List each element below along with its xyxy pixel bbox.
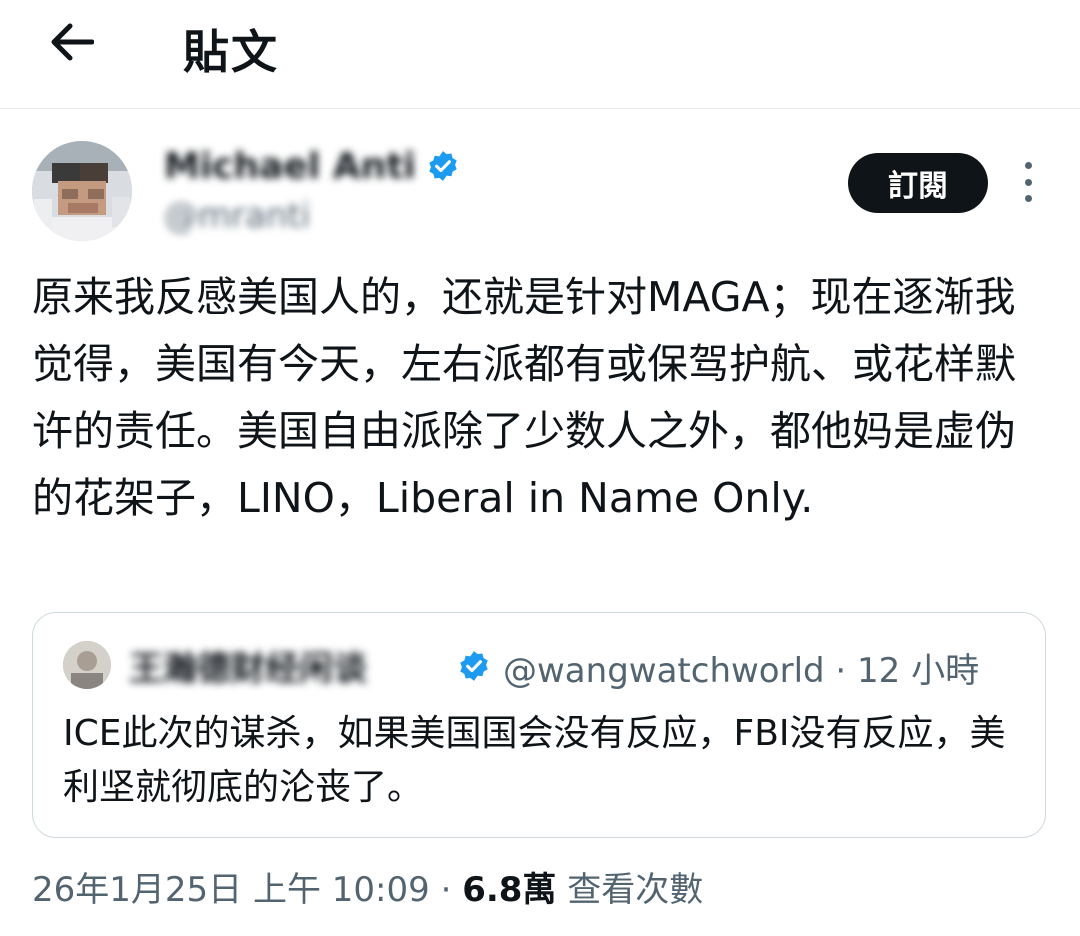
subscribe-button[interactable]: 訂閱 [848,153,988,213]
verified-badge-icon [429,151,457,181]
author-name[interactable]: Michael Anti [164,146,416,187]
top-bar: 貼文 [0,0,1080,109]
quote-time: 12 小時 [857,651,980,691]
quote-author-handle: @wangwatchworld [503,651,825,691]
page-title: 貼文 [183,25,279,79]
views-count: 6.8萬 [462,870,557,910]
more-options-icon[interactable] [1014,162,1042,202]
post-text: 原来我反感美国人的，还就是针对MAGA；现在逐渐我觉得，美国有今天，左右派都有或… [32,273,1016,522]
views-label: 查看次數 [567,870,704,910]
quote-author-name: 王瀚德财经闲谈 [129,649,367,689]
back-button[interactable] [40,14,104,70]
quote-avatar [63,641,111,689]
post-footer: 26年1月25日 上午 10:09 · 6.8萬 查看次數 [32,862,703,911]
avatar-image [32,141,132,241]
avatar[interactable] [32,141,132,241]
footer-separator: · [440,870,452,910]
post-timestamp[interactable]: 26年1月25日 上午 10:09 [32,870,430,910]
verified-badge-icon [460,651,488,681]
quote-meta: @wangwatchworld · 12 小時 [503,643,979,692]
back-arrow-icon [51,23,94,61]
author-handle[interactable]: @mranti [164,196,310,236]
author-name-row: Michael Anti [164,144,460,188]
quote-text: ICE此次的谋杀，如果美国国会没有反应，FBI没有反应，美利坚就彻底的沦丧了。 [63,713,1006,808]
quote-separator: · [835,651,847,691]
quoted-post[interactable]: 王瀚德财经闲谈 @wangwatchworld · 12 小時 ICE此次的谋杀… [32,612,1046,838]
